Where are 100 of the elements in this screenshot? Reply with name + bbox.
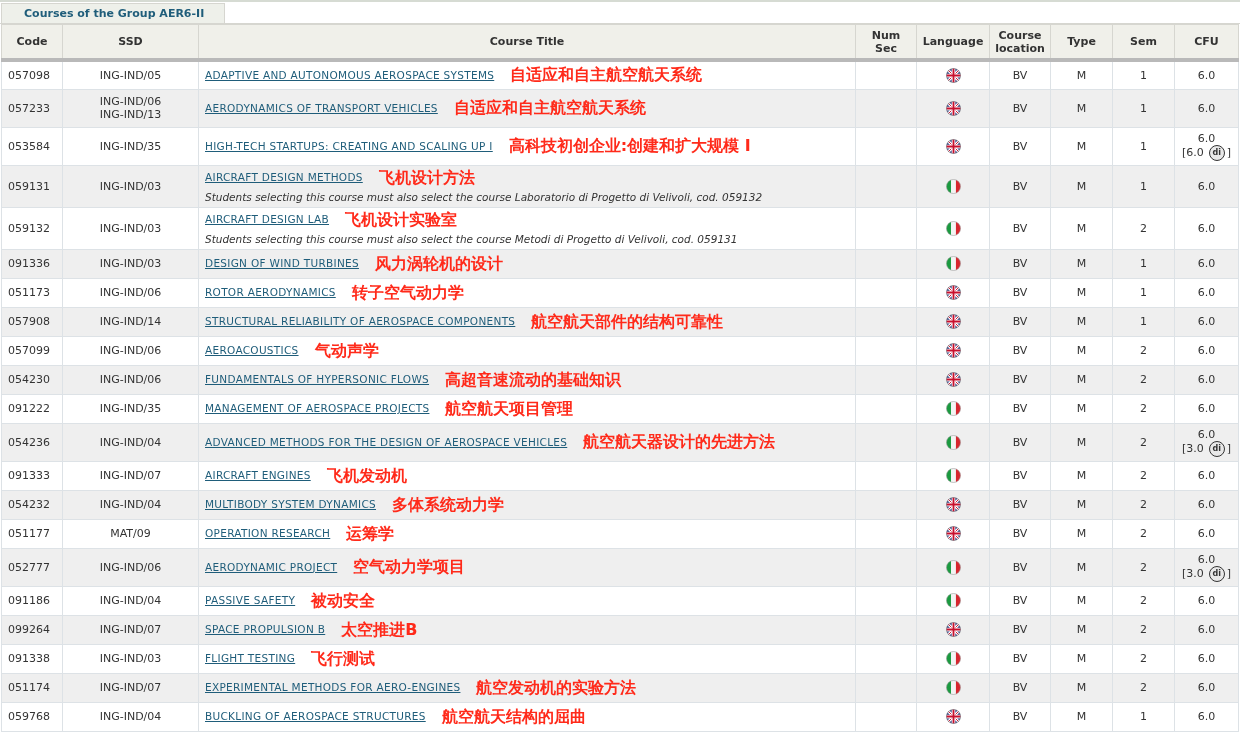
- translation-annotation: 飞机设计方法: [378, 168, 475, 187]
- course-link[interactable]: MANAGEMENT OF AEROSPACE PROJECTS: [205, 402, 430, 415]
- translation-annotation: 自适应和自主航空航天系统: [453, 99, 646, 117]
- column-header: CFU: [1174, 24, 1239, 60]
- cfu-value: 6.0: [1196, 402, 1217, 415]
- ssd-cell: ING-IND/14: [62, 307, 199, 336]
- course-link[interactable]: AERODYNAMICS OF TRANSPORT VEHICLES: [205, 101, 438, 115]
- ssd-cell: ING-IND/06: [62, 548, 199, 586]
- sem-cell: 1: [1112, 307, 1175, 336]
- type-cell: M: [1050, 207, 1113, 249]
- code-cell: 057233: [1, 89, 63, 127]
- course-link[interactable]: ROTOR AERODYNAMICS: [205, 286, 336, 299]
- type-cell: M: [1050, 490, 1113, 519]
- course-link[interactable]: OPERATION RESEARCH: [205, 527, 331, 540]
- location-cell: BV: [989, 673, 1051, 702]
- type-cell: M: [1050, 336, 1113, 365]
- sem-cell: 1: [1112, 89, 1175, 127]
- location-cell: BV: [989, 394, 1051, 423]
- course-link[interactable]: STRUCTURAL RELIABILITY OF AEROSPACE COMPONENTS: [205, 315, 516, 328]
- sem-cell: 2: [1112, 673, 1175, 702]
- course-link[interactable]: HIGH-TECH STARTUPS: CREATING AND SCALING UP I: [205, 139, 493, 153]
- sem-cell: 2: [1112, 336, 1175, 365]
- translation-annotation: 风力涡轮机的设计: [374, 254, 503, 273]
- code-cell: 054230: [1, 365, 63, 394]
- cfu-value: 6.0: [1196, 221, 1217, 235]
- translation-annotation: 转子空气动力学: [351, 283, 464, 302]
- ssd-cell: ING-IND/07: [62, 615, 199, 644]
- cfu-value: 6.0: [1196, 257, 1217, 270]
- bracket-text: ]: [1226, 567, 1232, 580]
- sem-cell: 2: [1112, 548, 1175, 586]
- italy-flag-icon: [945, 401, 961, 416]
- italy-flag-icon: [945, 593, 961, 608]
- uk-flag-icon: [945, 526, 961, 541]
- ssd-cell: ING-IND/05: [62, 60, 199, 89]
- type-cell: M: [1050, 548, 1113, 586]
- course-link[interactable]: FUNDAMENTALS OF HYPERSONIC FLOWS: [205, 373, 430, 386]
- code-cell: 054236: [1, 423, 63, 461]
- course-link[interactable]: ADAPTIVE AND AUTONOMOUS AEROSPACE SYSTEMS: [205, 68, 495, 82]
- course-link[interactable]: AIRCRAFT ENGINES: [205, 469, 311, 482]
- location-cell: BV: [989, 60, 1051, 89]
- type-cell: M: [1050, 89, 1113, 127]
- code-cell: 052777: [1, 548, 63, 586]
- course-link[interactable]: SPACE PROPULSION B: [205, 623, 326, 636]
- course-link[interactable]: AERODYNAMIC PROJECT: [205, 560, 338, 574]
- di-badge: di: [1208, 440, 1225, 457]
- group-tab[interactable]: Courses of the Group AER6-II: [1, 3, 226, 23]
- type-cell: M: [1050, 127, 1113, 165]
- course-link[interactable]: FLIGHT TESTING: [205, 652, 296, 665]
- sem-cell: 1: [1112, 165, 1175, 207]
- location-cell: BV: [989, 336, 1051, 365]
- translation-annotation: 航空航天结构的屈曲: [441, 707, 586, 726]
- type-cell: M: [1050, 307, 1113, 336]
- type-cell: M: [1050, 644, 1113, 673]
- course-link[interactable]: ADVANCED METHODS FOR THE DESIGN OF AEROSPACE VEHICLES: [205, 435, 568, 449]
- code-cell: 059768: [1, 702, 63, 731]
- translation-annotation: 高科技初创企业:创建和扩大规模 I: [508, 137, 751, 155]
- sem-cell: 2: [1112, 519, 1175, 548]
- course-link[interactable]: AEROACOUSTICS: [205, 344, 299, 357]
- sem-cell: 1: [1112, 60, 1175, 89]
- translation-annotation: 运筹学: [346, 524, 395, 543]
- ssd-cell: ING-IND/35: [62, 127, 199, 165]
- cfu-value: 6.0: [1196, 681, 1217, 694]
- course-link[interactable]: BUCKLING OF AEROSPACE STRUCTURES: [205, 710, 426, 723]
- course-link[interactable]: EXPERIMENTAL METHODS FOR AERO-ENGINES: [205, 681, 461, 694]
- cfu-extra-value: [6.0: [1181, 146, 1204, 159]
- type-cell: M: [1050, 278, 1113, 307]
- type-cell: M: [1050, 702, 1113, 731]
- location-cell: BV: [989, 423, 1051, 461]
- bracket-text: ]: [1226, 442, 1232, 455]
- uk-flag-icon: [945, 100, 961, 116]
- sem-cell: 2: [1112, 644, 1175, 673]
- sem-cell: 1: [1112, 702, 1175, 731]
- course-note: Students selecting this course must also select the course Metodi di Progetto di Velivoli, cod. 059131: [205, 232, 739, 246]
- ssd-cell: ING-IND/35: [62, 394, 199, 423]
- cfu-value: 6.0: [1196, 623, 1217, 636]
- type-cell: M: [1050, 615, 1113, 644]
- location-cell: BV: [989, 702, 1051, 731]
- uk-flag-icon: [945, 622, 961, 637]
- italy-flag-icon: [945, 178, 961, 194]
- italy-flag-icon: [945, 256, 961, 271]
- code-cell: 051174: [1, 673, 63, 702]
- course-link[interactable]: DESIGN OF WIND TURBINES: [205, 257, 359, 270]
- translation-annotation: 空气动力学项目: [353, 558, 466, 576]
- translation-annotation: 飞行测试: [311, 649, 376, 668]
- course-link[interactable]: PASSIVE SAFETY: [205, 594, 296, 607]
- column-header: Course Title: [198, 24, 856, 60]
- cfu-value: 6.0: [1196, 527, 1217, 540]
- translation-annotation: 高超音速流动的基础知识: [445, 370, 622, 389]
- italy-flag-icon: [945, 680, 961, 695]
- course-link[interactable]: AIRCRAFT DESIGN METHODS: [205, 171, 363, 184]
- course-link[interactable]: AIRCRAFT DESIGN LAB: [205, 213, 330, 226]
- column-header: Num Sec: [855, 24, 917, 60]
- code-cell: 051177: [1, 519, 63, 548]
- course-link[interactable]: MULTIBODY SYSTEM DYNAMICS: [205, 498, 376, 511]
- italy-flag-icon: [945, 651, 961, 666]
- type-cell: M: [1050, 673, 1113, 702]
- sem-cell: 2: [1112, 490, 1175, 519]
- type-cell: M: [1050, 461, 1113, 490]
- type-cell: M: [1050, 365, 1113, 394]
- translation-annotation: 航空航天器设计的先进方法: [583, 433, 776, 451]
